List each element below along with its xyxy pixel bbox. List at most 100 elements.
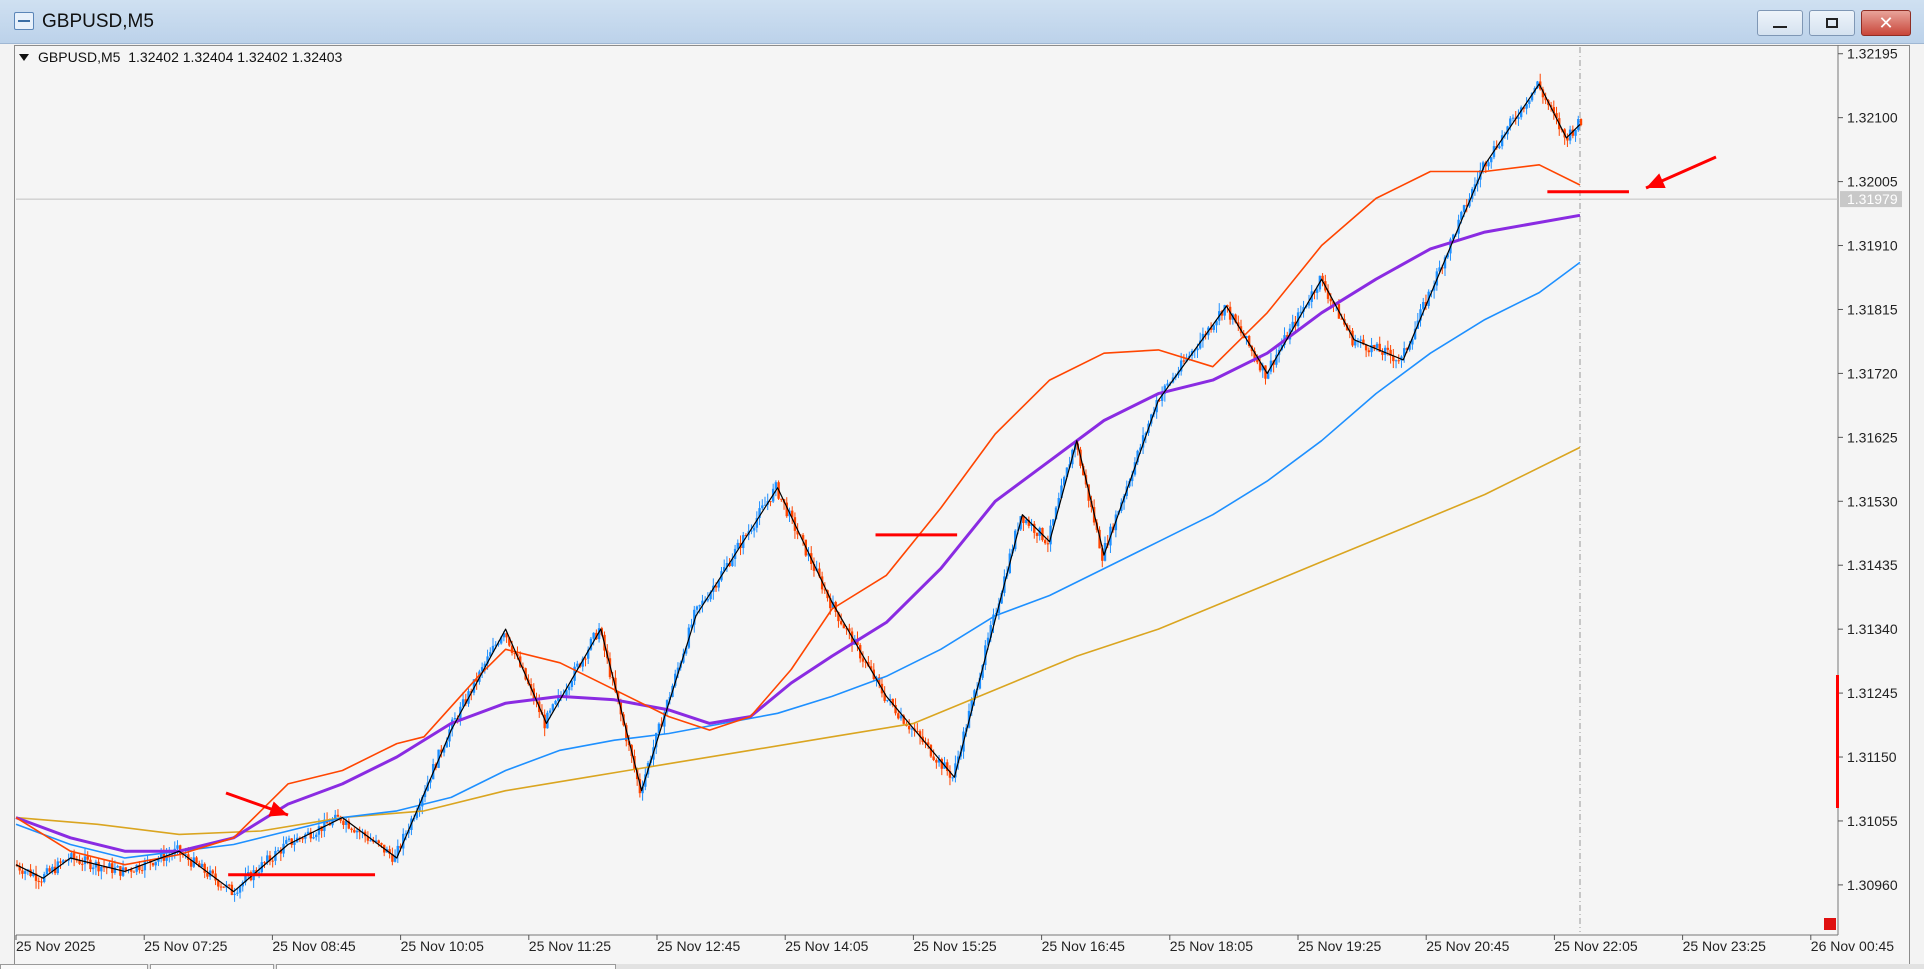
candle-bull xyxy=(951,777,954,779)
candle-bull xyxy=(233,893,236,895)
candle-bull xyxy=(100,866,103,872)
candle-bull xyxy=(1517,117,1520,119)
candle-bear xyxy=(37,880,40,882)
candle-bull xyxy=(1498,146,1501,149)
candle-bear xyxy=(935,760,938,763)
current-price-label: 1.31979 xyxy=(1847,191,1898,207)
price-tick-label: 1.31530 xyxy=(1847,493,1898,509)
time-tick-label: 25 Nov 19:25 xyxy=(1298,938,1381,954)
candle-bull xyxy=(293,842,296,845)
moving-average-long xyxy=(15,446,1581,836)
candle-bull xyxy=(1354,341,1357,346)
candle-bear xyxy=(40,881,43,883)
zigzag-indicator xyxy=(15,83,1581,893)
candle-bear xyxy=(211,870,215,874)
chart-tab[interactable] xyxy=(150,964,274,969)
candle-bull xyxy=(1383,347,1387,355)
candle-bull xyxy=(1511,117,1515,119)
time-tick-label: 25 Nov 15:25 xyxy=(913,938,996,954)
candle-bull xyxy=(1359,339,1362,341)
candle-bear xyxy=(227,884,231,886)
symbol-timeframe: GBPUSD,M5 xyxy=(38,49,121,65)
chart-info-line: GBPUSD,M5 1.32402 1.32404 1.32402 1.3240… xyxy=(22,49,342,65)
time-tick-label: 25 Nov 14:05 xyxy=(785,938,868,954)
candle-bull xyxy=(886,699,889,701)
price-chart[interactable]: 1.32195 1.32100 1.32005 1.31910 1.31815 1.317… xyxy=(0,0,1924,969)
chart-tab[interactable] xyxy=(0,964,148,969)
candle-bull xyxy=(315,834,318,838)
price-tick-label: 1.32005 xyxy=(1847,174,1898,190)
candle-bull xyxy=(899,715,903,719)
candle-bear xyxy=(584,658,587,660)
candle-bull xyxy=(1166,383,1169,386)
candle-bear xyxy=(48,868,51,872)
ohlc-readout: 1.32402 1.32404 1.32402 1.32403 xyxy=(128,49,343,65)
candle-bear xyxy=(140,870,144,872)
candle-bear xyxy=(780,498,783,500)
candle-bull xyxy=(554,700,557,705)
candle-bear xyxy=(1397,360,1400,362)
candle-bull xyxy=(257,872,261,874)
candle-bull xyxy=(761,505,764,509)
time-tick-label: 25 Nov 22:05 xyxy=(1554,938,1637,954)
chart-tab-strip xyxy=(0,964,1924,969)
price-tick-label: 1.32100 xyxy=(1847,110,1898,126)
candle-bull xyxy=(576,663,579,667)
candle-bull xyxy=(135,864,138,872)
candle-bear xyxy=(219,886,223,888)
candle-bear xyxy=(1367,350,1371,353)
time-tick-label: 25 Nov 07:25 xyxy=(144,938,227,954)
candle-bull xyxy=(1574,129,1577,136)
candle-bear xyxy=(839,621,843,625)
candle-bear xyxy=(21,870,24,874)
candle-bear xyxy=(897,713,900,719)
candle-bull xyxy=(317,826,321,835)
candle-bull xyxy=(1422,302,1425,310)
time-tick-label: 25 Nov 23:25 xyxy=(1683,938,1766,954)
candle-bull xyxy=(176,845,179,849)
price-tick-label: 1.31910 xyxy=(1847,238,1898,254)
time-tick-label: 25 Nov 08:45 xyxy=(272,938,355,954)
candle-bull xyxy=(752,527,756,531)
candle-bull xyxy=(453,717,457,720)
time-tick-label: 25 Nov 12:45 xyxy=(657,938,740,954)
candle-bear xyxy=(124,867,127,871)
candle-bull xyxy=(285,840,288,844)
candle-bear xyxy=(377,840,380,844)
price-tick-label: 1.31340 xyxy=(1847,621,1898,637)
candle-bull xyxy=(1394,360,1398,362)
candle-bear xyxy=(271,860,274,862)
time-tick-label: 25 Nov 11:25 xyxy=(529,938,611,954)
candle-bear xyxy=(1046,543,1050,545)
candle-bull xyxy=(344,821,348,825)
candle-bear xyxy=(1182,360,1186,362)
time-tick-label: 25 Nov 16:45 xyxy=(1042,938,1125,954)
candle-bear xyxy=(222,886,225,888)
candle-bull xyxy=(200,863,204,868)
time-tick-label: 25 Nov 18:05 xyxy=(1170,938,1253,954)
candle-bear xyxy=(1329,298,1332,302)
candle-bear xyxy=(1386,347,1390,350)
candle-bull xyxy=(774,482,778,489)
candle-bull xyxy=(276,850,280,852)
candle-bear xyxy=(151,863,155,866)
candle-bear xyxy=(1035,532,1039,536)
candle-bear xyxy=(132,871,136,873)
price-tick-label: 1.31245 xyxy=(1847,685,1898,701)
time-tick-label: 26 Nov 00:45 xyxy=(1811,938,1894,954)
candle-bull xyxy=(1487,162,1490,167)
candle-bull xyxy=(1375,343,1379,348)
candle-bear xyxy=(1043,540,1047,544)
candle-bull xyxy=(1212,325,1215,330)
candle-bear xyxy=(81,863,84,865)
candle-bear xyxy=(1579,119,1583,125)
candle-bear xyxy=(86,856,89,860)
candle-bear xyxy=(336,814,340,817)
candle-bear xyxy=(353,829,356,833)
scroll-marker-icon xyxy=(1824,918,1836,930)
candle-bull xyxy=(91,867,95,870)
chart-tab[interactable] xyxy=(276,964,616,969)
candle-bull xyxy=(551,704,555,711)
candle-bull xyxy=(548,710,552,713)
candle-bear xyxy=(263,862,266,864)
